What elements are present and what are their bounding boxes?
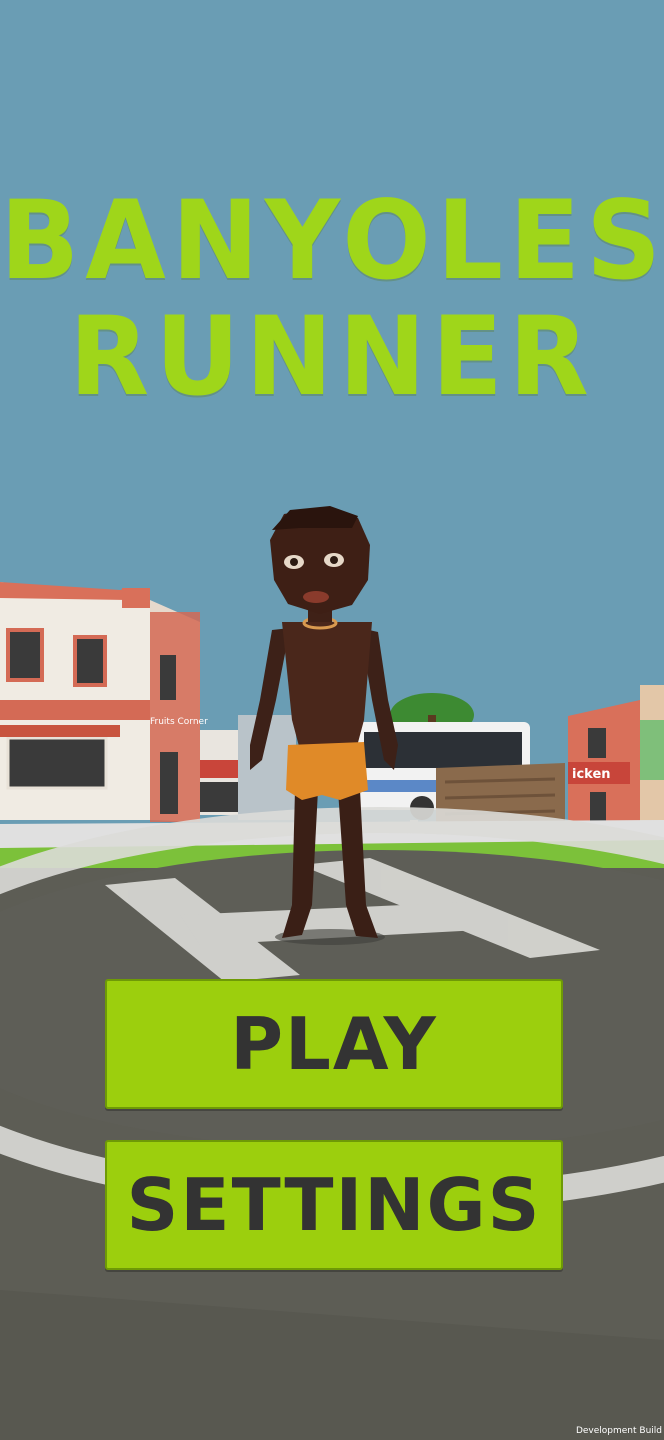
- middle-buildings: [200, 715, 296, 820]
- left-building: Fruits Corner: [0, 582, 208, 822]
- restaurant-sign: icken: [572, 767, 611, 782]
- game-title-line-1: BANYOLES: [0, 175, 664, 305]
- play-button[interactable]: PLAY: [105, 979, 563, 1109]
- settings-button[interactable]: SETTINGS: [105, 1140, 563, 1270]
- development-build-label: Development Build: [575, 1426, 662, 1436]
- shop-sign: Fruits Corner: [150, 717, 208, 727]
- game-title-line-2: RUNNER: [69, 291, 595, 421]
